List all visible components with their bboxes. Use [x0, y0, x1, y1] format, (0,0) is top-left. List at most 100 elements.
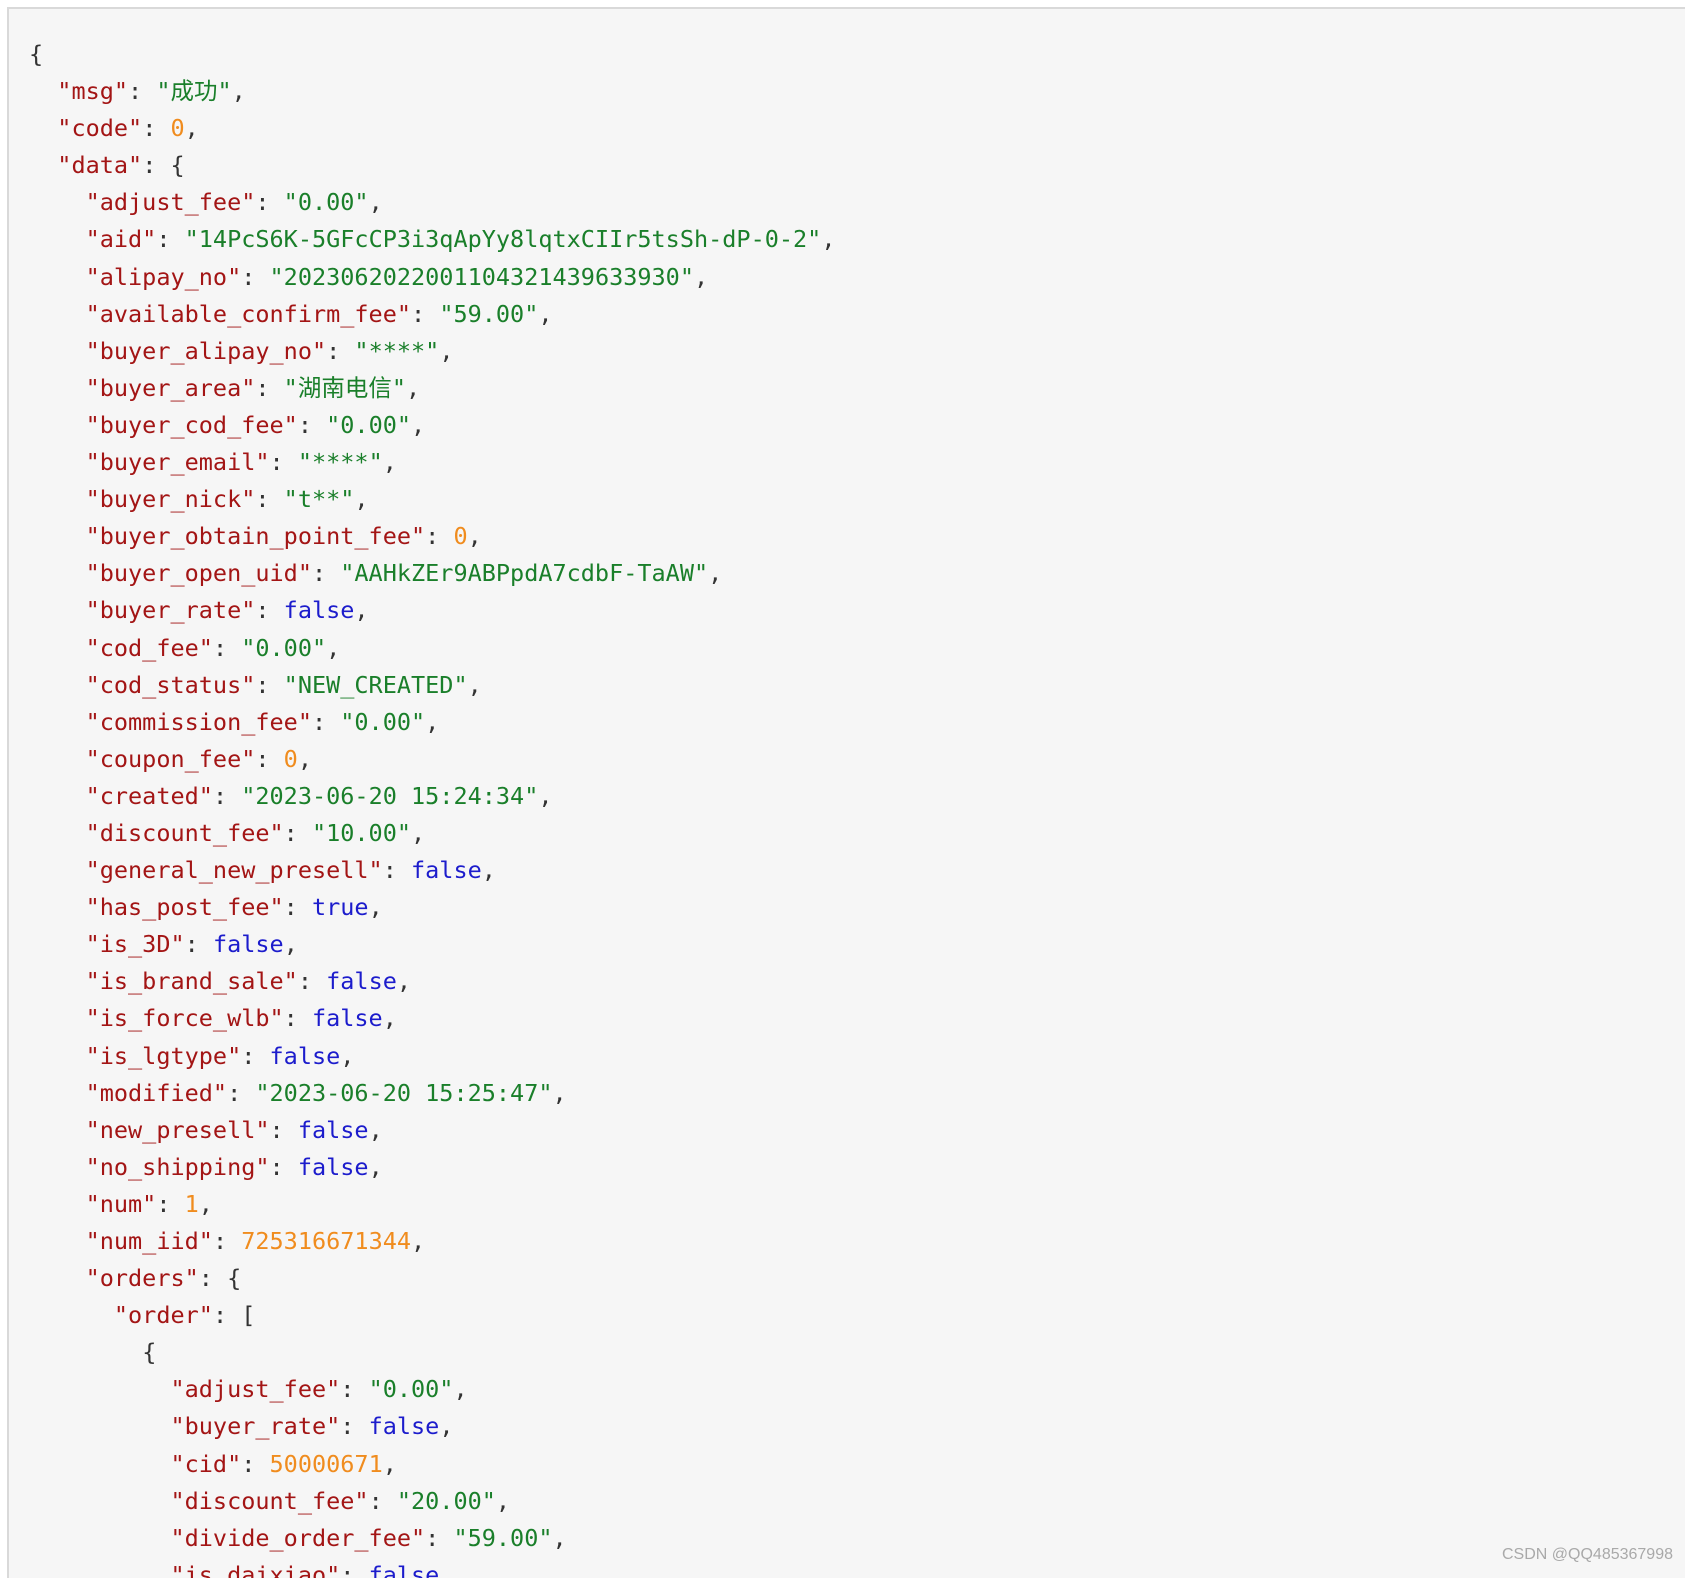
json-key: "modified"	[85, 1078, 228, 1107]
json-punctuation: ,	[297, 744, 312, 773]
code-line: "general_new_presell": false,	[29, 852, 835, 889]
json-boolean-value: false	[269, 1041, 341, 1070]
json-punctuation: ,	[467, 670, 482, 699]
json-boolean-value: false	[283, 596, 355, 625]
json-punctuation: ,	[405, 373, 421, 402]
json-string-value: "0.00"	[368, 1375, 454, 1404]
json-punctuation: :	[255, 596, 284, 625]
json-punctuation: ,	[708, 559, 723, 588]
json-punctuation: ,	[495, 1486, 511, 1515]
json-key: "is_3D"	[85, 930, 185, 959]
json-punctuation: :	[340, 1560, 369, 1578]
code-line: "adjust_fee": "0.00",	[29, 1371, 835, 1408]
json-punctuation: :	[241, 1449, 270, 1478]
json-string-value: "0.00"	[241, 633, 327, 662]
json-punctuation: ,	[184, 114, 199, 143]
json-punctuation: : {	[198, 1264, 242, 1293]
json-punctuation: ,	[453, 1375, 468, 1404]
code-line: "is_force_wlb": false,	[29, 1000, 835, 1037]
json-punctuation: :	[128, 77, 157, 106]
json-string-value: "10.00"	[311, 818, 412, 847]
json-string-value: "NEW_CREATED"	[283, 670, 468, 699]
json-punctuation: ,	[354, 596, 369, 625]
json-punctuation: ,	[411, 818, 426, 847]
code-line: "no_shipping": false,	[29, 1149, 835, 1186]
json-punctuation: :	[269, 1152, 298, 1181]
json-punctuation: :	[411, 299, 440, 328]
json-punctuation: ,	[231, 77, 246, 106]
json-string-value: "t**"	[283, 485, 355, 514]
json-key: "created"	[85, 781, 213, 810]
json-string-value: "****"	[354, 336, 440, 365]
json-key: "discount_fee"	[85, 818, 284, 847]
json-key: "is_brand_sale"	[85, 967, 298, 996]
code-line: "is_3D": false,	[29, 926, 835, 963]
code-line: "data": {	[29, 147, 835, 184]
json-key: "buyer_nick"	[85, 485, 256, 514]
code-line: "adjust_fee": "0.00",	[29, 184, 835, 221]
json-punctuation: :	[269, 1115, 298, 1144]
json-punctuation: :	[340, 1412, 369, 1441]
json-punctuation: ,	[198, 1189, 213, 1218]
json-punctuation: ,	[368, 1152, 383, 1181]
json-boolean-value: true	[311, 893, 369, 922]
json-key: "buyer_open_uid"	[85, 559, 312, 588]
json-punctuation: ,	[538, 781, 553, 810]
code-line: "code": 0,	[29, 110, 835, 147]
json-key: "has_post_fee"	[85, 893, 284, 922]
json-punctuation: ,	[552, 1523, 567, 1552]
json-key: "cod_status"	[85, 670, 256, 699]
json-punctuation: :	[297, 410, 327, 439]
json-punctuation: ,	[552, 1078, 567, 1107]
json-key: "num_iid"	[85, 1227, 213, 1255]
code-line: {	[29, 1334, 835, 1371]
json-punctuation: :	[311, 559, 341, 588]
json-boolean-value: false	[411, 856, 482, 885]
code-line: "is_brand_sale": false,	[29, 963, 835, 1000]
json-punctuation: ,	[821, 225, 836, 254]
code-line: "is_daixiao": false,	[29, 1557, 835, 1578]
json-key: "aid"	[85, 225, 157, 254]
json-punctuation: ,	[368, 188, 383, 217]
json-key: "coupon_fee"	[85, 744, 256, 773]
json-string-value: "59.00"	[439, 299, 539, 328]
code-line: "aid": "14PcS6K-5GFcCP3i3qApYy8lqtxCIIr5…	[29, 221, 836, 258]
code-line: "buyer_rate": false,	[29, 592, 835, 629]
code-line: "modified": "2023-06-20 15:25:47",	[29, 1075, 835, 1112]
json-punctuation: ,	[439, 1412, 454, 1441]
json-key: "cid"	[170, 1449, 242, 1478]
json-punctuation: :	[241, 1041, 270, 1070]
json-key: "code"	[57, 114, 143, 143]
json-number-value: 1	[184, 1189, 199, 1218]
code-line: "buyer_nick": "t**",	[29, 481, 835, 518]
code-line: "created": "2023-06-20 15:24:34",	[29, 778, 835, 815]
json-key: "is_lgtype"	[85, 1041, 242, 1070]
code-line: "buyer_area": "湖南电信",	[29, 370, 835, 407]
json-boolean-value: false	[212, 930, 284, 959]
json-punctuation: :	[425, 1523, 454, 1552]
code-line: {	[29, 36, 835, 73]
json-string-value: "20.00"	[396, 1486, 496, 1515]
code-line: "cod_fee": "0.00",	[29, 630, 835, 667]
json-string-value: "59.00"	[453, 1523, 553, 1552]
json-code-lines: { "msg": "成功", "code": 0, "data": { "adj…	[29, 36, 835, 1578]
json-punctuation: :	[212, 633, 242, 662]
json-punctuation: :	[212, 781, 242, 810]
